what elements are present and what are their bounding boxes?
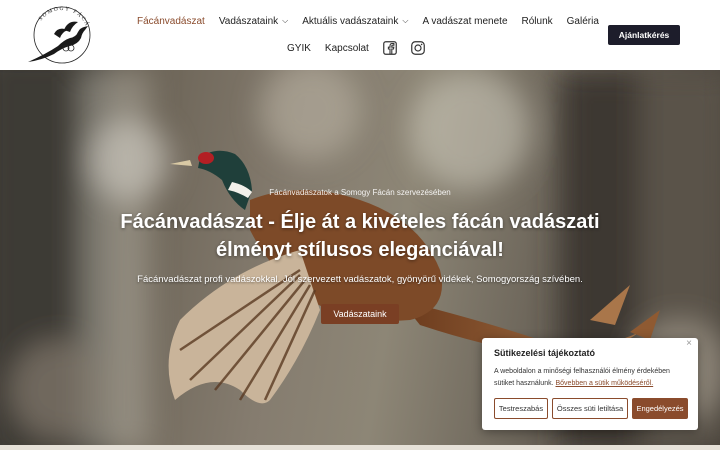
hero-eyebrow: Fácánvadászatok a Somogy Fácán szervezés…: [269, 188, 451, 197]
nav-item-rolunk[interactable]: Rólunk: [522, 16, 553, 27]
logo-text: SOMOGY FÁCÁN: [24, 4, 91, 28]
site-header: SOMOGY FÁCÁN Fácánvadászat Vadászataink⌵…: [0, 0, 720, 70]
nav-item-vadaszat-menete[interactable]: A vadászat menete: [422, 16, 507, 27]
accept-cookies-button[interactable]: Engedélyezés: [632, 398, 688, 419]
nav-label: Rólunk: [521, 15, 553, 27]
nav-label: Aktuális vadászataink: [302, 15, 399, 27]
nav-label: A vadászat menete: [422, 15, 508, 27]
nav-label: Fácánvadászat: [137, 15, 205, 27]
nav-label: Vadászataink: [218, 15, 279, 27]
cookie-consent-dialog: × Sütikezelési tájékoztató A weboldalon …: [482, 338, 698, 430]
hero-title: Fácánvadászat - Élje át a kivételes fácá…: [120, 211, 600, 261]
facebook-icon[interactable]: [382, 41, 397, 55]
instagram-icon[interactable]: [410, 41, 425, 55]
nav-label: Galéria: [566, 15, 599, 27]
cookie-title: Sütikezelési tájékoztató: [494, 348, 596, 358]
hero-subtitle: Fácánvadászat profi vadászokkal. Jól sze…: [137, 274, 583, 285]
svg-text:SOMOGY FÁCÁN: SOMOGY FÁCÁN: [24, 4, 92, 28]
cookie-more-link[interactable]: Bővebben a sütik működéséről.: [556, 380, 654, 387]
page-bottom-strip: [0, 445, 720, 450]
chevron-down-icon: ⌵: [282, 16, 289, 25]
nav-label: GYIK: [287, 42, 311, 54]
close-icon[interactable]: ×: [686, 338, 692, 349]
nav-item-aktualis-vadaszataink[interactable]: Aktuális vadászataink ⌵: [302, 16, 408, 27]
nav-item-vadaszataink[interactable]: Vadászataink ⌵: [219, 16, 288, 27]
nav-item-gyik[interactable]: GYIK: [287, 43, 311, 54]
cookie-text: A weboldalon a minőségi felhasználói élm…: [494, 366, 690, 390]
reject-all-cookies-button[interactable]: Összes süti letiltása: [552, 398, 628, 419]
hero-hunts-button[interactable]: Vadászataink: [321, 304, 399, 324]
nav-item-kapcsolat[interactable]: Kapcsolat: [325, 43, 369, 54]
nav-label: Kapcsolat: [324, 42, 369, 54]
nav-item-galeria[interactable]: Galéria: [567, 16, 599, 27]
main-navigation: Fácánvadászat Vadászataink ⌵ Aktuális vad…: [130, 0, 599, 70]
logo[interactable]: SOMOGY FÁCÁN: [24, 4, 96, 66]
chevron-down-icon: ⌵: [402, 16, 409, 25]
customize-button[interactable]: Testreszabás: [494, 398, 548, 419]
nav-row-1: Fácánvadászat Vadászataink ⌵ Aktuális vad…: [137, 12, 613, 30]
nav-item-facanvadaszat[interactable]: Fácánvadászat: [137, 16, 205, 27]
nav-row-2: GYIK Kapcsolat: [287, 38, 439, 58]
quote-request-button[interactable]: Ajánlatkérés: [608, 25, 680, 45]
